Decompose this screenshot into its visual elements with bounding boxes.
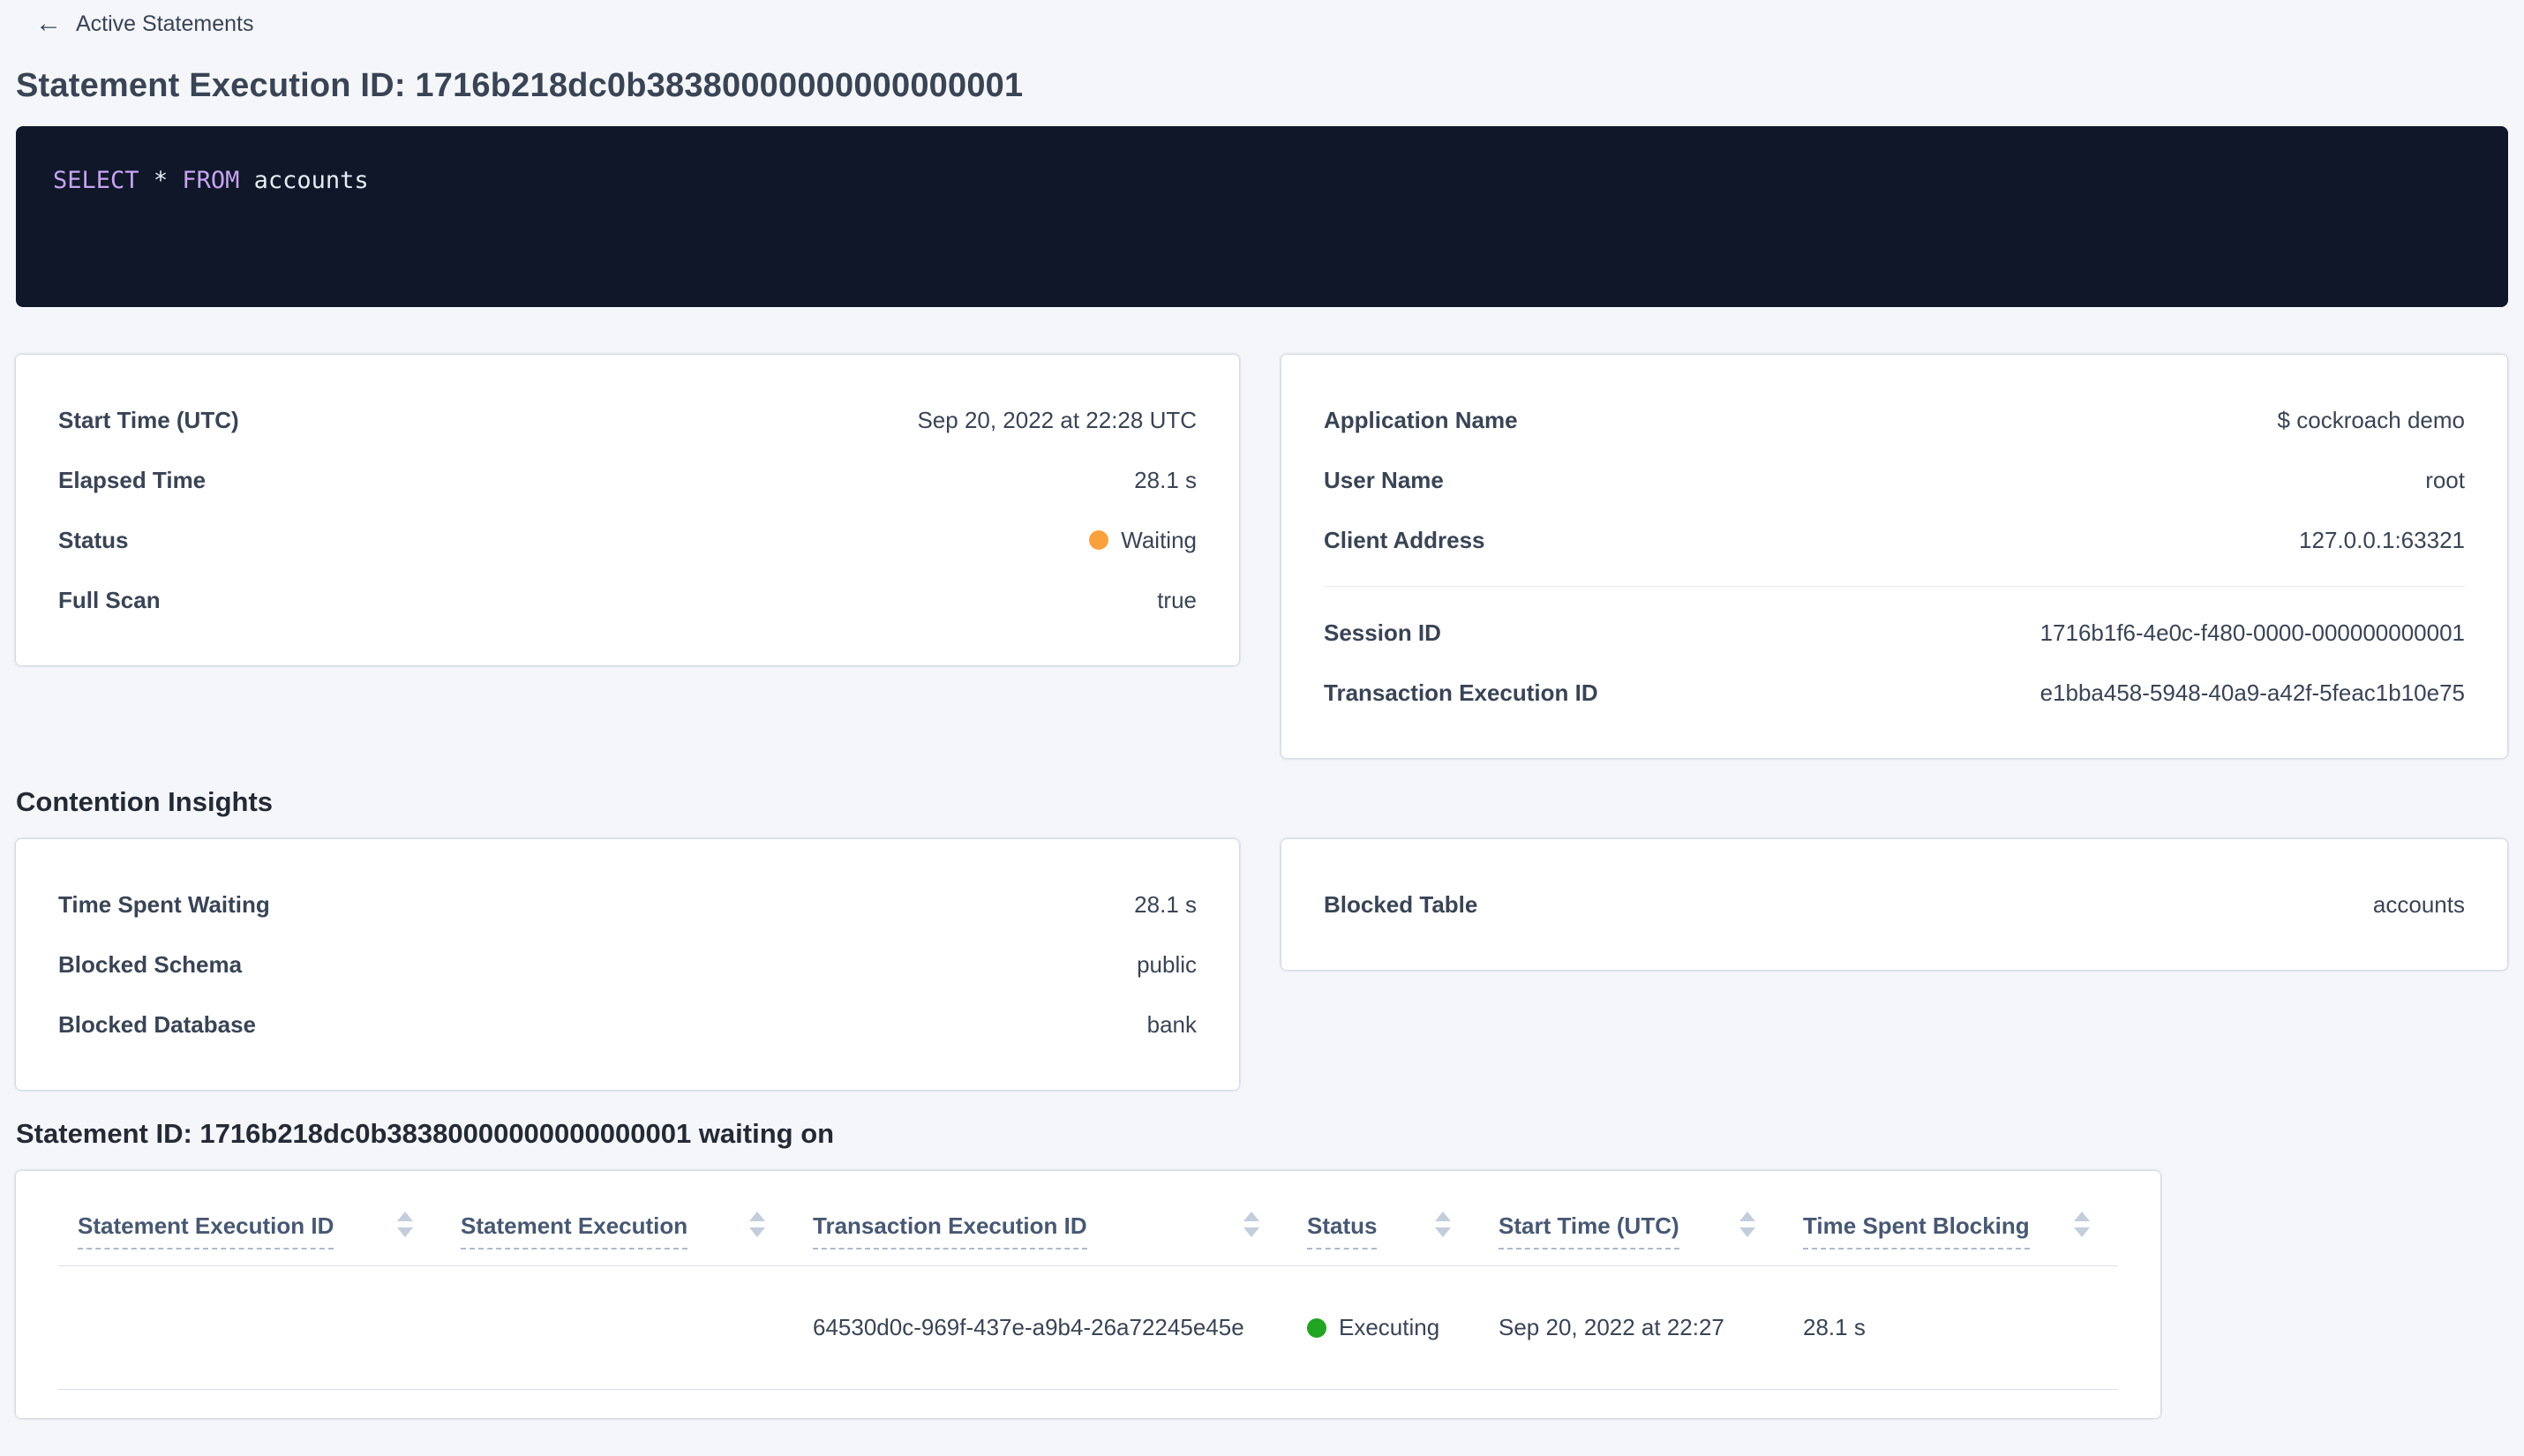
client-address-row: Client Address 127.0.0.1:63321 xyxy=(1324,510,2465,570)
blocked-table-card: Blocked Table accounts xyxy=(1281,839,2507,970)
full-scan-row: Full Scan true xyxy=(58,570,1197,630)
start-time-row: Start Time (UTC) Sep 20, 2022 at 22:28 U… xyxy=(58,390,1197,450)
start-time-label: Start Time (UTC) xyxy=(58,406,239,433)
column-header-label: Time Spent Blocking xyxy=(1803,1212,2030,1250)
breadcrumb-label: Active Statements xyxy=(76,11,254,36)
column-header-transaction-execution-id[interactable]: Transaction Execution ID xyxy=(793,1212,1288,1265)
time-spent-waiting-row: Time Spent Waiting 28.1 s xyxy=(58,874,1197,934)
status-waiting-text: Waiting xyxy=(1121,526,1197,553)
elapsed-time-value: 28.1 s xyxy=(1134,466,1197,493)
session-id-row: Session ID 1716b1f6-4e0c-f480-0000-00000… xyxy=(1324,603,2465,663)
sort-icon[interactable] xyxy=(749,1212,765,1250)
status-executing-text: Executing xyxy=(1339,1314,1440,1340)
column-header-statement-execution-id[interactable]: Statement Execution ID xyxy=(58,1212,441,1265)
session-details-card: Application Name $ cockroach demo User N… xyxy=(1281,355,2507,758)
contention-insights-heading: Contention Insights xyxy=(16,786,274,817)
cell-time-spent-blocking: 28.1 s xyxy=(1803,1314,1866,1340)
sort-icon[interactable] xyxy=(1739,1212,1755,1250)
sort-icon[interactable] xyxy=(1243,1212,1259,1250)
blocked-database-value: bank xyxy=(1146,1010,1197,1038)
column-header-start-time[interactable]: Start Time (UTC) xyxy=(1479,1212,1784,1265)
waiting-on-table-header: Statement Execution ID Statement Executi… xyxy=(58,1171,2118,1266)
page-title: Statement Execution ID: 1716b218dc0b3838… xyxy=(16,67,1024,104)
client-address-value: 127.0.0.1:63321 xyxy=(2299,526,2465,553)
back-arrow-icon: ← xyxy=(35,9,62,38)
status-waiting-dot-icon xyxy=(1089,530,1109,550)
overview-cards-row: Start Time (UTC) Sep 20, 2022 at 22:28 U… xyxy=(16,355,2508,758)
user-name-value: root xyxy=(2425,466,2465,493)
user-name-row: User Name root xyxy=(1324,450,2465,510)
cell-statement-execution-id xyxy=(58,1266,441,1389)
waiting-on-heading: Statement ID: 1716b218dc0b38380000000000… xyxy=(16,1118,835,1149)
status-executing-dot-icon xyxy=(1307,1317,1326,1338)
start-time-value: Sep 20, 2022 at 22:28 UTC xyxy=(917,406,1197,433)
blocked-database-label: Blocked Database xyxy=(58,1010,256,1038)
column-header-status[interactable]: Status xyxy=(1288,1212,1479,1265)
sort-icon[interactable] xyxy=(1435,1212,1451,1250)
blocked-table-label: Blocked Table xyxy=(1324,890,1478,918)
column-header-label: Statement Execution xyxy=(461,1212,688,1250)
elapsed-time-row: Elapsed Time 28.1 s xyxy=(58,450,1197,510)
user-name-label: User Name xyxy=(1324,466,1444,493)
breadcrumb-back-active-statements[interactable]: ← Active Statements xyxy=(16,11,253,37)
session-id-label: Session ID xyxy=(1324,619,1441,646)
status-label: Status xyxy=(58,526,129,553)
cell-transaction-execution-id: 64530d0c-969f-437e-a9b4-26a72245e45e xyxy=(813,1314,1244,1340)
transaction-execution-id-link[interactable]: e1bba458-5948-40a9-a42f-5feac1b10e75 xyxy=(2040,679,2465,707)
full-scan-label: Full Scan xyxy=(58,586,161,613)
elapsed-time-label: Elapsed Time xyxy=(58,466,207,493)
blocked-table-row: Blocked Table accounts xyxy=(1324,874,2465,934)
waiting-on-table: Statement Execution ID Statement Executi… xyxy=(16,1171,2160,1418)
column-header-statement-execution[interactable]: Statement Execution xyxy=(441,1212,793,1265)
column-header-label: Statement Execution ID xyxy=(78,1212,334,1250)
statement-execution-details-page: ← Active Statements Statement Execution … xyxy=(0,0,2524,1418)
transaction-execution-id-row: Transaction Execution ID e1bba458-5948-4… xyxy=(1324,663,2465,723)
time-spent-waiting-value: 28.1 s xyxy=(1134,890,1197,918)
application-name-row: Application Name $ cockroach demo xyxy=(1324,390,2465,450)
time-spent-waiting-label: Time Spent Waiting xyxy=(58,890,270,918)
application-name-value: $ cockroach demo xyxy=(2277,406,2465,433)
sort-icon[interactable] xyxy=(397,1212,413,1250)
full-scan-value: true xyxy=(1157,586,1197,613)
sql-table-name: accounts xyxy=(253,167,369,194)
blocked-database-row: Blocked Database bank xyxy=(58,994,1197,1054)
sql-statement-box: SELECT * FROM accounts xyxy=(16,126,2508,307)
contention-cards-row: Time Spent Waiting 28.1 s Blocked Schema… xyxy=(16,839,2508,1090)
status-value: Waiting xyxy=(1089,527,1197,554)
column-header-label: Transaction Execution ID xyxy=(813,1212,1087,1250)
client-address-label: Client Address xyxy=(1324,526,1485,553)
blocked-schema-value: public xyxy=(1137,950,1197,978)
column-header-time-spent-blocking[interactable]: Time Spent Blocking xyxy=(1784,1212,2118,1265)
cell-status: Executing xyxy=(1288,1266,1479,1389)
column-header-label: Start Time (UTC) xyxy=(1499,1212,1679,1250)
blocked-table-value: accounts xyxy=(2372,890,2465,918)
session-id-link[interactable]: 1716b1f6-4e0c-f480-0000-000000000001 xyxy=(2040,619,2465,647)
sql-statement-text: SELECT * FROM accounts xyxy=(53,167,2471,194)
application-name-label: Application Name xyxy=(1324,406,1518,433)
transaction-execution-id-label: Transaction Execution ID xyxy=(1324,679,1598,706)
blocked-schema-row: Blocked Schema public xyxy=(58,934,1197,994)
contention-details-card: Time Spent Waiting 28.1 s Blocked Schema… xyxy=(16,839,1239,1090)
cell-start-time: Sep 20, 2022 at 22:27 xyxy=(1499,1314,1724,1340)
sort-icon[interactable] xyxy=(2074,1212,2090,1250)
blocked-schema-label: Blocked Schema xyxy=(58,950,243,978)
sql-keyword-from: FROM xyxy=(182,167,240,194)
card-divider xyxy=(1324,586,2465,587)
column-header-label: Status xyxy=(1307,1212,1378,1250)
sql-keyword-select: SELECT xyxy=(53,167,139,194)
cell-statement-execution xyxy=(441,1266,793,1389)
execution-details-card: Start Time (UTC) Sep 20, 2022 at 22:28 U… xyxy=(16,355,1239,665)
table-row: 64530d0c-969f-437e-a9b4-26a72245e45e Exe… xyxy=(58,1266,2118,1390)
sql-star: * xyxy=(153,167,169,194)
status-row: Status Waiting xyxy=(58,510,1197,570)
